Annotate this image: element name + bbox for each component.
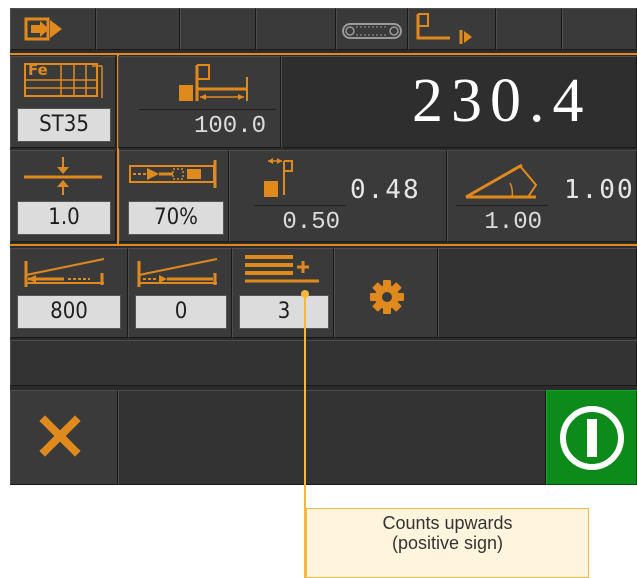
top-bar-slot-7[interactable] [496, 8, 562, 50]
empty-panel [438, 248, 637, 338]
callout-line-2: (positive sign) [391, 533, 504, 553]
material-label: Fe [28, 61, 48, 79]
callout-line-1: Counts upwards [382, 513, 513, 533]
cut-angle-icon [465, 163, 538, 199]
import-program-button[interactable] [10, 8, 96, 50]
material-button[interactable]: Fe ST35 [10, 56, 116, 148]
bottom-bar-empty [118, 390, 546, 485]
import-program-icon [24, 17, 62, 41]
cancel-button[interactable] [10, 390, 118, 485]
cut-angle-computed: 1.00 [564, 175, 635, 205]
top-bar-slot-8[interactable] [562, 8, 637, 50]
counter-up-icon [245, 255, 319, 283]
backgauge-retract-icon [416, 13, 472, 44]
orange-separator [10, 244, 637, 246]
backgauge-position-display: 230.4 [281, 56, 637, 148]
material-value: ST35 [17, 108, 111, 142]
retract-distance-icon [24, 258, 105, 287]
sheet-thickness-icon [24, 157, 102, 195]
counter-value: 3 [239, 295, 329, 329]
blade-gap-button[interactable]: 0.50 0.48 [229, 150, 447, 242]
backgauge-retract-button[interactable] [408, 8, 496, 50]
conveyor-button[interactable] [336, 8, 408, 50]
top-bar-slot-2[interactable] [96, 8, 180, 50]
retract-distance-value: 800 [17, 295, 121, 329]
cut-speed-value: 70% [128, 201, 224, 235]
callout-leader-dot [301, 290, 309, 298]
retract-distance-button[interactable]: 800 [10, 248, 128, 338]
part-length-button[interactable]: 100.0 [118, 56, 281, 148]
settings-button[interactable] [334, 248, 438, 338]
offset-button[interactable]: 0 [128, 248, 232, 338]
cut-speed-icon [129, 160, 217, 188]
offset-icon [137, 258, 218, 287]
gear-icon [370, 280, 404, 314]
cut-angle-button[interactable]: 1.00 1.00 [447, 150, 637, 242]
cut-angle-value: 1.00 [456, 205, 548, 239]
counter-button[interactable]: 3 [232, 248, 334, 338]
start-icon [560, 406, 624, 470]
status-bar [10, 340, 637, 386]
sheet-thickness-value: 1.0 [17, 201, 111, 235]
orange-separator [10, 53, 637, 55]
blade-gap-value: 0.50 [254, 205, 346, 239]
part-length-value: 100.0 [139, 109, 276, 143]
start-button[interactable] [546, 390, 637, 485]
blade-gap-icon [264, 158, 293, 197]
control-screen: Fe ST35 100.0 230.4 1.0 70% 0.50 0.48 1.… [10, 8, 637, 485]
cut-speed-button[interactable]: 70% [119, 150, 229, 242]
offset-value: 0 [135, 295, 227, 329]
top-bar-slot-3[interactable] [180, 8, 256, 50]
sheet-thickness-button[interactable]: 1.0 [10, 150, 116, 242]
blade-gap-computed: 0.48 [350, 175, 421, 205]
close-icon [39, 415, 81, 457]
callout-box: Counts upwards (positive sign) [306, 508, 589, 578]
backgauge-position-value: 230.4 [412, 67, 592, 135]
conveyor-icon [342, 23, 402, 39]
part-length-icon [179, 64, 248, 101]
top-bar-slot-4[interactable] [256, 8, 336, 50]
